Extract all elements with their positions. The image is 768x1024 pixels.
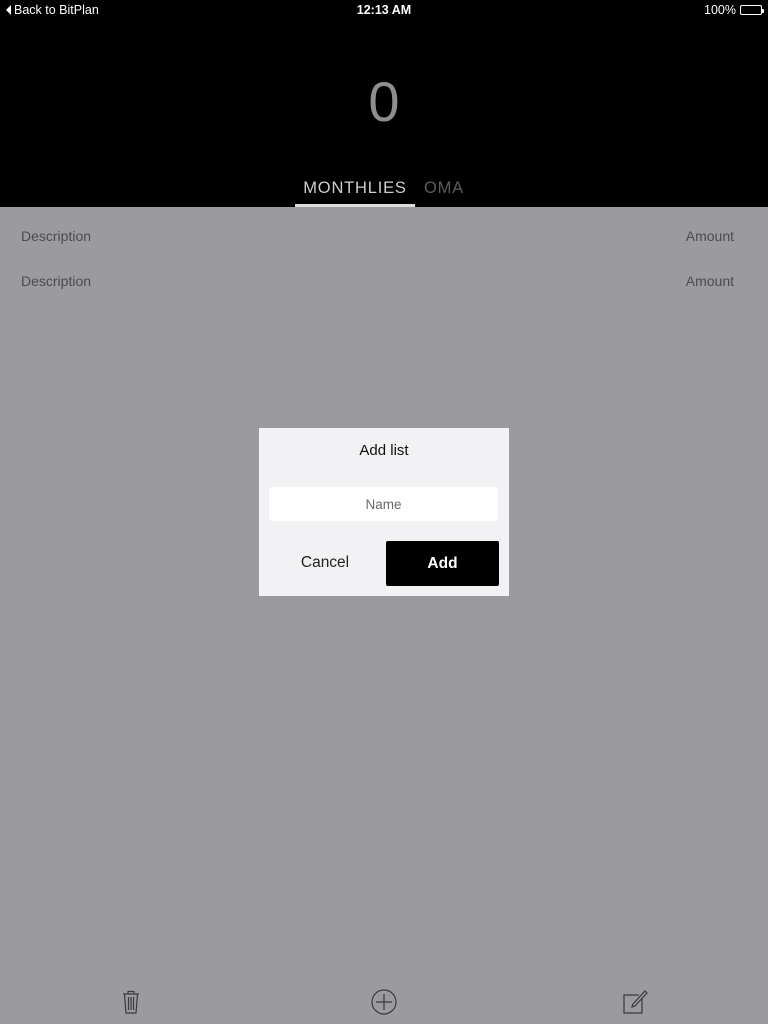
tab-oma[interactable]: OMA <box>415 176 464 207</box>
row-description: Description <box>21 228 92 244</box>
edit-button[interactable] <box>619 986 651 1018</box>
dialog-title: Add list <box>359 442 409 459</box>
row-amount: Amount <box>685 273 734 289</box>
plus-circle-icon <box>371 989 397 1015</box>
battery-status: 100% <box>704 3 764 17</box>
delete-button[interactable] <box>115 986 147 1018</box>
header: 0 MONTHLIES OMA <box>0 0 768 207</box>
list-item[interactable]: Description Amount <box>0 269 768 293</box>
tab-bar: MONTHLIES OMA <box>295 176 464 207</box>
list-name-input[interactable] <box>269 487 498 521</box>
tab-monthlies[interactable]: MONTHLIES <box>295 176 415 207</box>
add-button[interactable]: Add <box>386 541 499 586</box>
add-item-button[interactable] <box>368 986 400 1018</box>
trash-icon <box>123 990 139 1014</box>
battery-percent: 100% <box>704 3 736 17</box>
status-time: 12:13 AM <box>356 3 412 17</box>
status-bar: Back to BitPlan 12:13 AM 100% <box>0 0 768 20</box>
list-item[interactable]: Description Amount <box>0 224 768 248</box>
row-amount: Amount <box>685 228 734 244</box>
cancel-button[interactable]: Cancel <box>279 541 371 585</box>
add-list-dialog: Add list Cancel Add <box>259 428 509 596</box>
balance-display: 0 <box>368 70 400 133</box>
edit-icon <box>623 990 648 1014</box>
battery-icon <box>740 5 764 15</box>
row-description: Description <box>21 273 92 289</box>
